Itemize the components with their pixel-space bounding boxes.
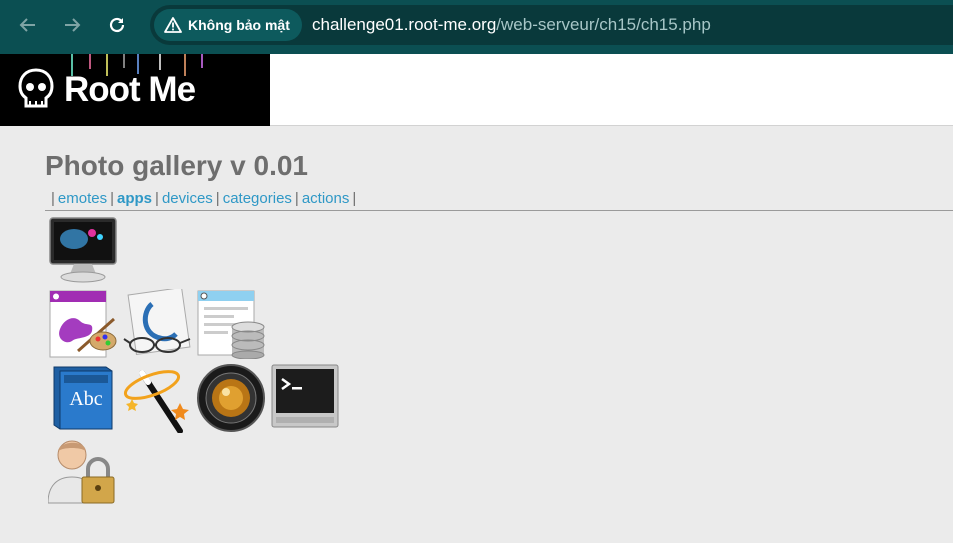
page-title: Photo gallery v 0.01	[45, 150, 308, 181]
gallery-thumbnail[interactable]	[196, 289, 266, 359]
menu-separator: |	[51, 190, 55, 207]
address-bar[interactable]: Không bảo mật challenge01.root-me.org/we…	[150, 5, 953, 45]
menu-separator: |	[215, 190, 220, 207]
url-text[interactable]: challenge01.root-me.org/web-serveur/ch15…	[312, 15, 711, 35]
gallery-thumbnail[interactable]	[122, 363, 192, 433]
paint-app-icon	[49, 290, 117, 358]
menu-link-categories[interactable]: categories	[223, 190, 292, 207]
reload-icon	[109, 17, 125, 33]
warning-icon	[164, 17, 182, 33]
arrow-right-icon	[65, 18, 81, 32]
menu-link-devices[interactable]: devices	[162, 190, 213, 207]
menu-separator: |	[110, 190, 115, 207]
menu-link-emotes[interactable]: emotes	[58, 190, 107, 207]
menu-separator: |	[155, 190, 159, 207]
skull-icon	[18, 68, 54, 108]
terminal-icon	[271, 364, 339, 428]
root-me-logo[interactable]: Root Me	[0, 54, 270, 126]
preview-glasses-icon	[123, 289, 191, 356]
svg-text:Abc: Abc	[69, 388, 102, 410]
menu-link-actions[interactable]: actions	[302, 190, 350, 207]
gallery-thumbnail[interactable]	[48, 437, 118, 507]
user-lock-icon	[48, 440, 115, 504]
menu-link-apps[interactable]: apps	[117, 190, 152, 207]
site-header: Root Me	[0, 54, 953, 126]
monitor-icon	[49, 217, 117, 283]
url-host: challenge01.root-me.org	[312, 15, 497, 34]
forward-button[interactable]	[57, 10, 87, 40]
category-menu: | emotes | apps | devices | categories | actions |	[48, 190, 359, 207]
gallery-thumbnail[interactable]: Abc	[48, 363, 118, 433]
security-label: Không bảo mật	[188, 17, 290, 33]
database-form-icon	[197, 290, 265, 359]
menu-separator: |	[352, 190, 357, 207]
browser-toolbar: Không bảo mật challenge01.root-me.org/we…	[0, 0, 953, 54]
magic-wand-icon	[123, 370, 189, 433]
gallery-thumbnail[interactable]	[122, 289, 192, 359]
gallery-thumbnail[interactable]	[196, 363, 266, 433]
gallery-thumbnail[interactable]	[270, 363, 340, 433]
reload-button[interactable]	[102, 10, 132, 40]
menu-divider	[45, 210, 953, 211]
menu-separator: |	[294, 190, 299, 207]
arrow-left-icon	[19, 18, 35, 32]
url-path: /web-serveur/ch15/ch15.php	[496, 15, 711, 34]
back-button[interactable]	[13, 10, 43, 40]
camera-lens-icon	[197, 364, 265, 432]
gallery-thumbnail[interactable]	[48, 289, 118, 359]
gallery-thumbnail[interactable]	[48, 215, 118, 285]
security-chip[interactable]: Không bảo mật	[154, 9, 302, 41]
dictionary-book-icon: Abc	[53, 366, 113, 430]
logo-text: Root Me	[64, 70, 196, 109]
